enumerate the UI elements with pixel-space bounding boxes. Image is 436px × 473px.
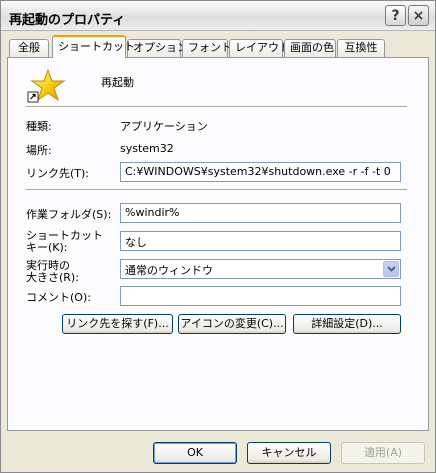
tab-compatibility[interactable]: 互換性	[337, 39, 385, 57]
help-button[interactable]: ?	[385, 5, 406, 26]
shortcut-panel: 再起動 種類: アプリケーション 場所: system32 リンク先(T): C…	[7, 57, 429, 431]
close-button[interactable]: ×	[408, 5, 429, 26]
target-label: リンク先(T):	[26, 167, 90, 180]
tab-options[interactable]: オプション	[127, 39, 188, 57]
location-label: 場所:	[26, 144, 52, 157]
location-value: system32	[120, 142, 174, 155]
run-select[interactable]: 通常のウィンドウ	[120, 259, 401, 279]
run-label-line2: 大きさ(R):	[26, 271, 79, 284]
cancel-button[interactable]: キャンセル	[247, 442, 331, 464]
divider	[26, 189, 407, 191]
properties-dialog: 再起動のプロパティ ? × 全般 ショートカット オプション フォント レイアウ…	[0, 0, 436, 473]
target-field[interactable]: C:¥WINDOWS¥system32¥shutdown.exe -r -f -…	[120, 162, 401, 182]
tab-colors[interactable]: 画面の色	[284, 39, 336, 57]
chevron-down-icon[interactable]	[383, 261, 399, 277]
comment-label: コメント(O):	[26, 291, 91, 304]
hotkey-label-line2: キー(K):	[26, 241, 68, 254]
type-label: 種類:	[26, 120, 52, 133]
comment-field[interactable]	[120, 286, 401, 306]
tab-layout[interactable]: レイアウト	[229, 39, 290, 57]
hotkey-field[interactable]: なし	[120, 231, 401, 251]
advanced-button[interactable]: 詳細設定(D)...	[293, 314, 401, 334]
type-value: アプリケーション	[120, 120, 208, 133]
apply-button[interactable]: 適用(A)	[341, 442, 425, 464]
start-in-field[interactable]: %windir%	[120, 203, 401, 223]
tab-font[interactable]: フォント	[182, 39, 232, 57]
tab-shortcut[interactable]: ショートカット	[52, 35, 135, 58]
window-title: 再起動のプロパティ	[9, 13, 126, 28]
divider	[26, 106, 407, 108]
close-icon: ×	[412, 7, 425, 24]
find-target-button[interactable]: リンク先を探す(F)...	[62, 314, 173, 334]
ok-button[interactable]: OK	[153, 442, 237, 464]
star-icon	[26, 68, 66, 104]
change-icon-button[interactable]: アイコンの変更(C)...	[178, 314, 286, 334]
shortcut-name: 再起動	[101, 76, 134, 89]
title-bar[interactable]: 再起動のプロパティ ? ×	[1, 1, 435, 31]
run-select-value: 通常のウィンドウ	[125, 264, 213, 277]
start-in-label: 作業フォルダ(S):	[26, 208, 112, 221]
help-icon: ?	[391, 7, 400, 24]
tab-general[interactable]: 全般	[9, 39, 49, 57]
